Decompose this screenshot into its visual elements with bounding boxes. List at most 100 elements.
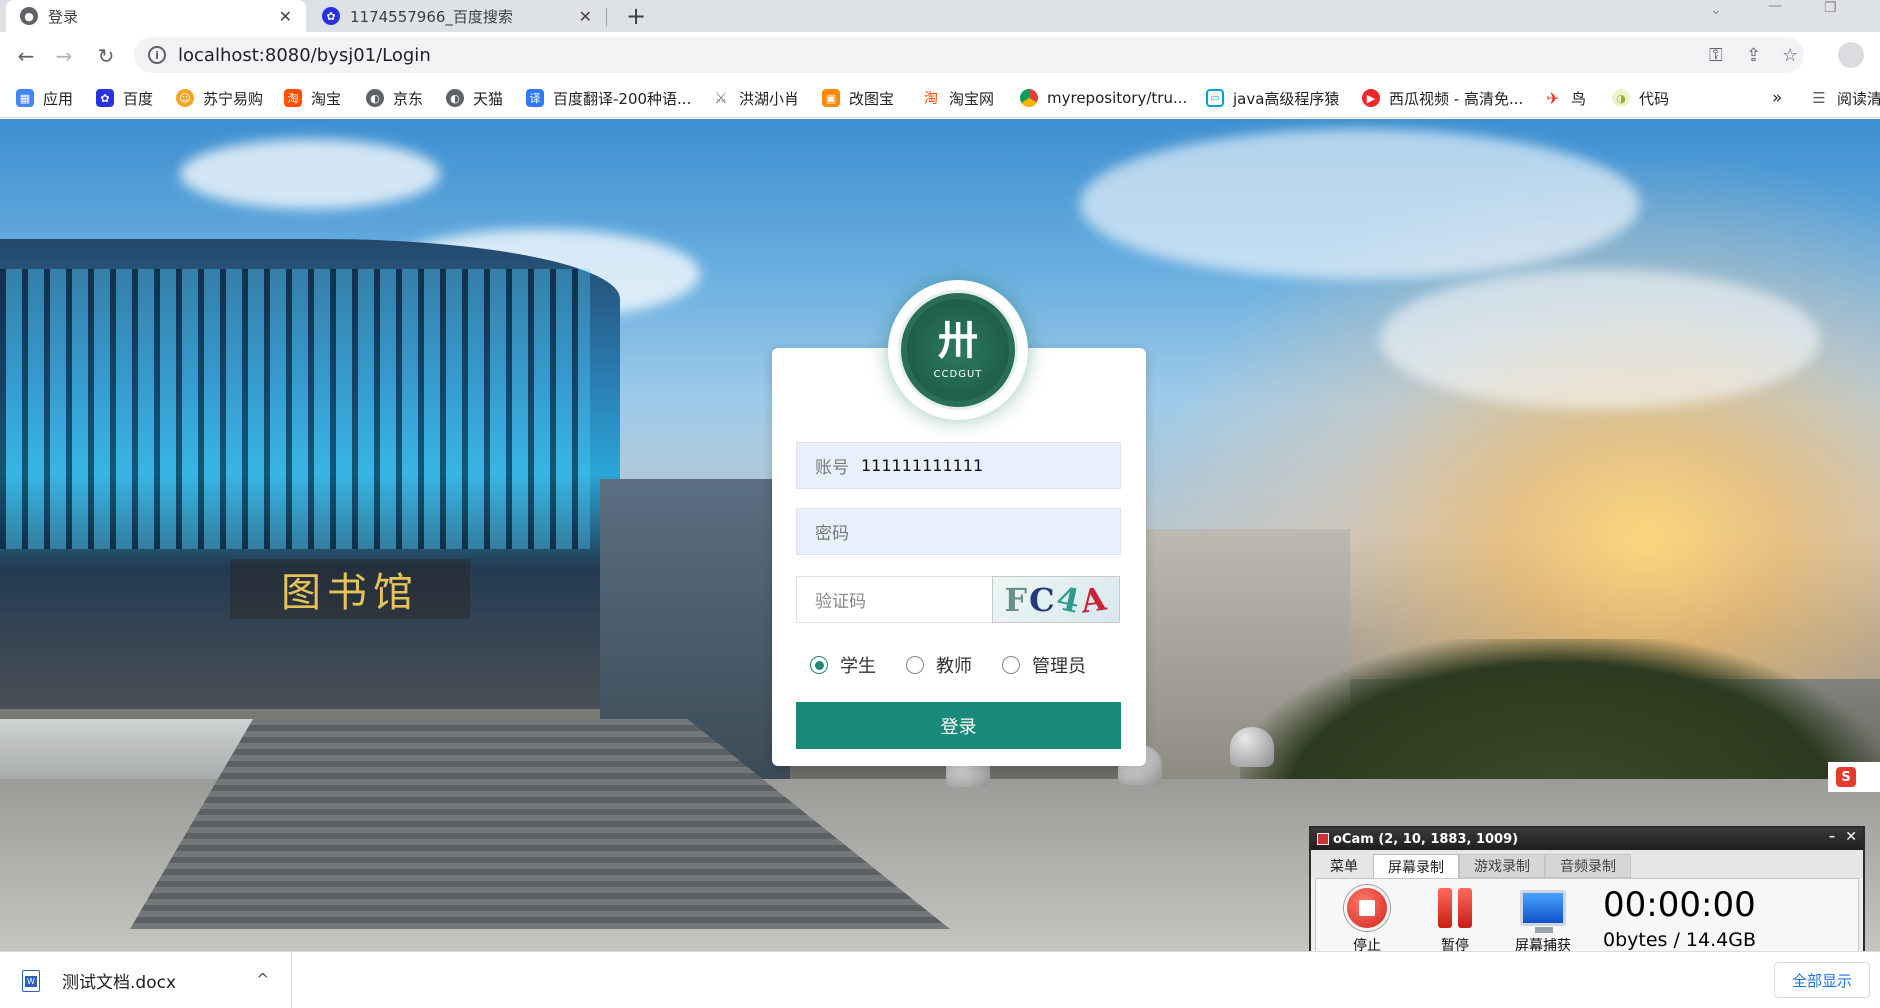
bookmark-label: 鸟	[1571, 89, 1587, 108]
bookmark-label: 百度翻译-200种语...	[553, 89, 692, 108]
login-button[interactable]: 登录	[796, 702, 1121, 749]
gaitubao-icon: ▣	[822, 89, 840, 107]
bilibili-tv-icon: ▭	[1206, 89, 1224, 107]
tab-login[interactable]: ● 登录 ✕	[6, 0, 306, 32]
download-item[interactable]: 测试文档.docx ^	[0, 952, 292, 1008]
baidu-paw-icon: ✿	[322, 7, 340, 25]
minimize-icon[interactable]: —	[1768, 0, 1782, 18]
role-label: 学生	[840, 656, 876, 677]
ocam-capture-button[interactable]: 屏幕捕获	[1508, 885, 1578, 955]
bookmark-java[interactable]: ▭ java高级程序猿	[1206, 86, 1339, 110]
reload-button[interactable]: ↻	[92, 42, 120, 70]
ocam-pause-button[interactable]: 暂停	[1420, 885, 1490, 955]
address-bar[interactable]: i localhost:8080/bysj01/Login ⚿ ⇪ ☆	[134, 37, 1804, 73]
cloud	[1380, 269, 1820, 409]
captcha-input[interactable]: 验证码	[796, 576, 994, 623]
pause-icon	[1438, 888, 1472, 928]
bird-icon: ✈	[1544, 89, 1562, 108]
school-seal: 卅 CCDGUT	[898, 290, 1018, 410]
ocam-tab-game-record[interactable]: 游戏录制	[1459, 854, 1545, 878]
bookmark-label: 西瓜视频 - 高清免...	[1389, 89, 1524, 108]
captcha-image[interactable]: FC4A	[992, 576, 1120, 623]
school-logo: 卅 CCDGUT	[888, 280, 1028, 420]
library-glass-facade	[0, 269, 590, 549]
restore-icon[interactable]: ❐	[1824, 0, 1837, 20]
bookmark-taobao-web[interactable]: 淘淘宝网	[922, 86, 994, 110]
bookmark-baidu-translate[interactable]: 译百度翻译-200种语...	[526, 86, 691, 110]
bookmark-label: 洪湖小肖	[739, 89, 800, 108]
new-tab-button[interactable]: +	[622, 0, 650, 32]
cloud	[1080, 129, 1640, 279]
globe-icon: ●	[20, 7, 38, 25]
tab-search-icon[interactable]: ⌄	[1710, 2, 1722, 22]
account-label: 账号	[815, 458, 849, 478]
bookmark-label: 天猫	[473, 89, 504, 108]
role-teacher-radio[interactable]: 教师	[906, 652, 972, 678]
close-tab-icon[interactable]: ✕	[279, 7, 292, 26]
radio-checked-icon[interactable]	[810, 656, 828, 674]
cloud	[180, 139, 440, 209]
star-bookmark-icon[interactable]: ☆	[1782, 45, 1798, 66]
sword-icon: ⚔	[712, 89, 730, 107]
bookmark-jd[interactable]: ◐ 京东	[366, 86, 423, 110]
bookmark-bird[interactable]: ✈ 鸟	[1544, 86, 1586, 110]
sogou-ime-indicator[interactable]: S	[1828, 762, 1880, 792]
back-button[interactable]: ←	[12, 42, 40, 70]
tab-separator	[606, 8, 607, 26]
chevron-up-icon[interactable]: ^	[256, 970, 269, 989]
download-filename[interactable]: 测试文档.docx	[62, 968, 176, 993]
bookmarks-overflow-button[interactable]: »	[1772, 86, 1782, 110]
site-info-icon[interactable]: i	[148, 46, 166, 64]
ocam-controls: 停止 暂停 屏幕捕获 00:00:00 0bytes / 14.4GB	[1315, 878, 1859, 962]
taobao-icon: 淘	[922, 89, 940, 107]
password-label: 密码	[815, 524, 849, 544]
bookmark-code[interactable]: ◑ 代码	[1612, 86, 1669, 110]
share-icon[interactable]: ⇪	[1746, 45, 1761, 66]
library-sign: 图书馆	[230, 559, 470, 619]
ocam-file-size: 0bytes / 14.4GB	[1603, 929, 1756, 951]
ocam-window: oCam (2, 10, 1883, 1009) – ✕ 菜单 屏幕录制 游戏录…	[1309, 826, 1865, 968]
ocam-title: oCam (2, 10, 1883, 1009)	[1333, 831, 1519, 847]
bookmark-tmall[interactable]: ◐ 天猫	[446, 86, 503, 110]
seal-text: CCDGUT	[933, 368, 983, 380]
bookmark-apps[interactable]: ▦ 应用	[16, 86, 73, 110]
reading-list-icon: ☰	[1810, 89, 1828, 107]
password-field[interactable]: 密码	[796, 508, 1121, 555]
bookmark-honghu[interactable]: ⚔ 洪湖小肖	[712, 86, 799, 110]
ocam-close-icon[interactable]: ✕	[1845, 829, 1857, 845]
key-icon[interactable]: ⚿	[1709, 45, 1723, 66]
ocam-minimize-icon[interactable]: –	[1829, 829, 1835, 843]
radio-unchecked-icon[interactable]	[906, 656, 924, 674]
role-admin-radio[interactable]: 管理员	[1002, 652, 1086, 678]
bookmark-suning[interactable]: ☺ 苏宁易购	[176, 86, 263, 110]
role-student-radio[interactable]: 学生	[810, 652, 876, 678]
account-input[interactable]: 111111111111	[861, 456, 983, 475]
tab-baidu-search[interactable]: ✿ 1174557966_百度搜索 ✕	[308, 0, 606, 32]
radio-unchecked-icon[interactable]	[1002, 656, 1020, 674]
ocam-tab-screen-record[interactable]: 屏幕录制	[1373, 854, 1459, 878]
bollard	[1230, 727, 1274, 767]
forward-button[interactable]: →	[50, 42, 78, 70]
ocam-stop-button[interactable]: 停止	[1332, 885, 1402, 955]
account-field[interactable]: 账号 111111111111	[796, 442, 1121, 489]
ocam-tab-audio-record[interactable]: 音频录制	[1545, 854, 1631, 878]
ocam-titlebar[interactable]: oCam (2, 10, 1883, 1009) – ✕	[1311, 828, 1863, 850]
bookmark-gaitubao[interactable]: ▣ 改图宝	[822, 86, 894, 110]
profile-avatar[interactable]	[1838, 42, 1864, 68]
bookmark-label: 应用	[43, 89, 74, 108]
globe-icon: ◐	[366, 89, 384, 107]
role-radio-group: 学生 教师 管理员	[810, 652, 1116, 678]
url-text[interactable]: localhost:8080/bysj01/Login	[178, 45, 431, 66]
close-tab-icon[interactable]: ✕	[579, 7, 592, 26]
download-bar: 测试文档.docx ^ 全部显示	[0, 951, 1880, 1008]
show-all-downloads-button[interactable]: 全部显示	[1774, 962, 1870, 998]
bookmark-baidu[interactable]: ✿ 百度	[96, 86, 153, 110]
ocam-tab-menu[interactable]: 菜单	[1315, 854, 1373, 878]
taobao-icon: 淘	[284, 89, 302, 107]
reading-list-button[interactable]: ☰ 阅读清	[1810, 86, 1880, 110]
monitor-icon	[1520, 890, 1566, 933]
bookmark-taobao[interactable]: 淘淘宝	[284, 86, 341, 110]
bookmark-xigua[interactable]: ▶ 西瓜视频 - 高清免...	[1362, 86, 1523, 110]
bookmark-myrepository[interactable]: myrepository/tru...	[1020, 86, 1187, 110]
bookmark-label: myrepository/tru...	[1047, 89, 1188, 107]
